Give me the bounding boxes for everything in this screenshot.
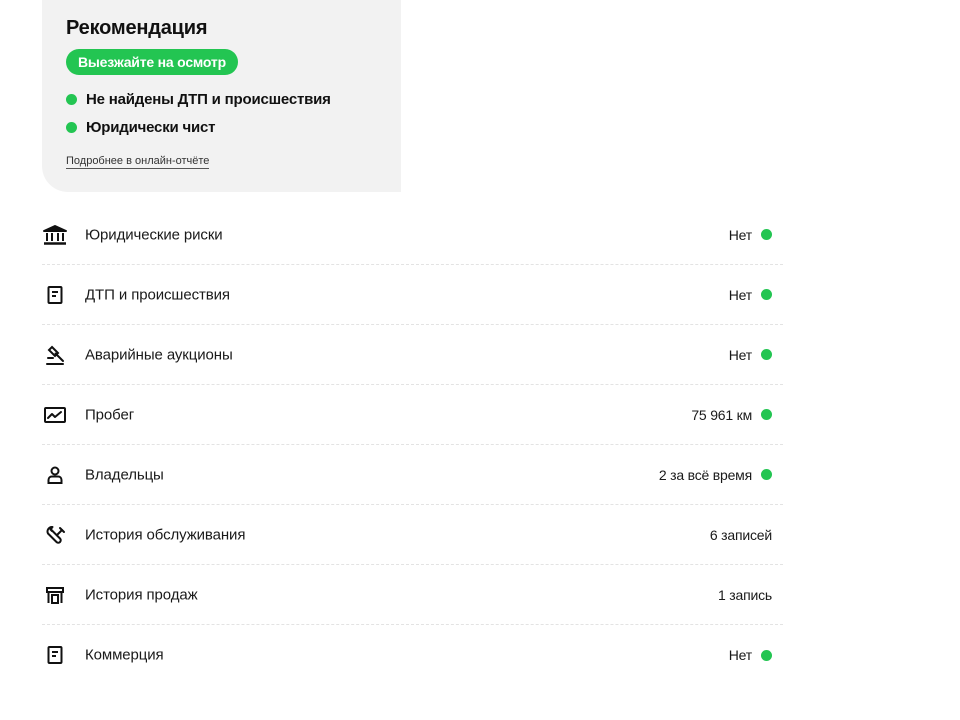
list-item-value-group: 75 961 км bbox=[691, 407, 772, 423]
bank-icon bbox=[42, 223, 68, 247]
recommendation-point-text: Не найдены ДТП и происшествия bbox=[86, 90, 331, 108]
list-item-value: Нет bbox=[728, 346, 752, 363]
status-ok-dot-icon bbox=[761, 649, 772, 661]
recommendation-title: Рекомендация bbox=[66, 17, 208, 39]
list-item-label: Коммерция bbox=[85, 646, 164, 664]
status-ok-dot-icon bbox=[66, 93, 77, 105]
report-page: Рекомендация Выезжайте на осмотр Не найд… bbox=[0, 0, 960, 720]
list-item-label: История обслуживания bbox=[85, 526, 246, 543]
list-item-label: ДТП и происшествия bbox=[85, 286, 230, 303]
list-item-label: Пробег bbox=[85, 406, 135, 423]
list-item-label: Аварийные аукционы bbox=[85, 346, 233, 363]
list-item-value-group: 2 за всё время bbox=[659, 467, 772, 483]
person-icon bbox=[42, 463, 68, 487]
list-item-value: Нет bbox=[728, 286, 752, 303]
list-item-value: 2 за всё время bbox=[658, 466, 752, 483]
list-item-mileage[interactable]: Пробег 75 961 км bbox=[42, 385, 783, 445]
list-item-label: Юридические риски bbox=[85, 226, 223, 243]
list-item-service-history[interactable]: История обслуживания 6 записей bbox=[42, 505, 783, 565]
status-ok-dot-icon bbox=[761, 229, 772, 240]
list-item-value-group: Нет bbox=[729, 227, 772, 243]
list-item-value: 1 запись bbox=[718, 586, 772, 603]
list-item-label: Владельцы bbox=[85, 466, 164, 483]
storefront-icon bbox=[42, 583, 68, 607]
wrench-icon bbox=[42, 523, 68, 547]
list-item-label: История продаж bbox=[85, 586, 198, 603]
list-item-legal-risks[interactable]: Юридические риски Нет bbox=[42, 205, 783, 265]
online-report-link[interactable]: Подробнее в онлайн-отчёте bbox=[66, 155, 210, 169]
status-ok-dot-icon bbox=[66, 121, 77, 133]
list-item-value: 75 961 км bbox=[691, 406, 752, 423]
list-item-sales-history[interactable]: История продаж 1 запись bbox=[42, 565, 783, 625]
list-item-value: Нет bbox=[728, 647, 752, 663]
document-icon bbox=[42, 643, 68, 667]
recommendation-badge: Выезжайте на осмотр bbox=[66, 49, 238, 75]
status-ok-dot-icon bbox=[761, 469, 772, 480]
document-icon bbox=[42, 283, 68, 307]
recommendation-card: Рекомендация Выезжайте на осмотр Не найд… bbox=[42, 0, 401, 192]
list-item-value: 6 записей bbox=[709, 526, 772, 543]
recommendation-point-text: Юридически чист bbox=[86, 118, 216, 136]
list-item-value-group: 1 запись bbox=[718, 587, 772, 603]
list-item-value-group: 6 записей bbox=[710, 527, 772, 543]
chart-icon bbox=[42, 403, 68, 427]
list-item-value-group: Нет bbox=[729, 287, 772, 303]
status-ok-dot-icon bbox=[761, 409, 772, 420]
status-ok-dot-icon bbox=[761, 349, 772, 360]
status-ok-dot-icon bbox=[761, 289, 772, 300]
gavel-icon bbox=[42, 343, 68, 367]
list-item-value-group: Нет bbox=[729, 347, 772, 363]
list-item-value: Нет bbox=[728, 226, 752, 243]
list-item-owners[interactable]: Владельцы 2 за всё время bbox=[42, 445, 783, 505]
report-sections-list: Юридические риски Нет ДТП и происшествия… bbox=[42, 205, 783, 685]
list-item-accident-auctions[interactable]: Аварийные аукционы Нет bbox=[42, 325, 783, 385]
recommendation-points: Не найдены ДТП и происшествия Юридически… bbox=[66, 85, 401, 141]
list-item-accidents[interactable]: ДТП и происшествия Нет bbox=[42, 265, 783, 325]
list-item-value-group: Нет bbox=[729, 647, 772, 663]
recommendation-point: Юридически чист bbox=[66, 113, 401, 141]
recommendation-point: Не найдены ДТП и происшествия bbox=[66, 85, 401, 113]
list-item-commercial[interactable]: Коммерция Нет bbox=[42, 625, 783, 685]
